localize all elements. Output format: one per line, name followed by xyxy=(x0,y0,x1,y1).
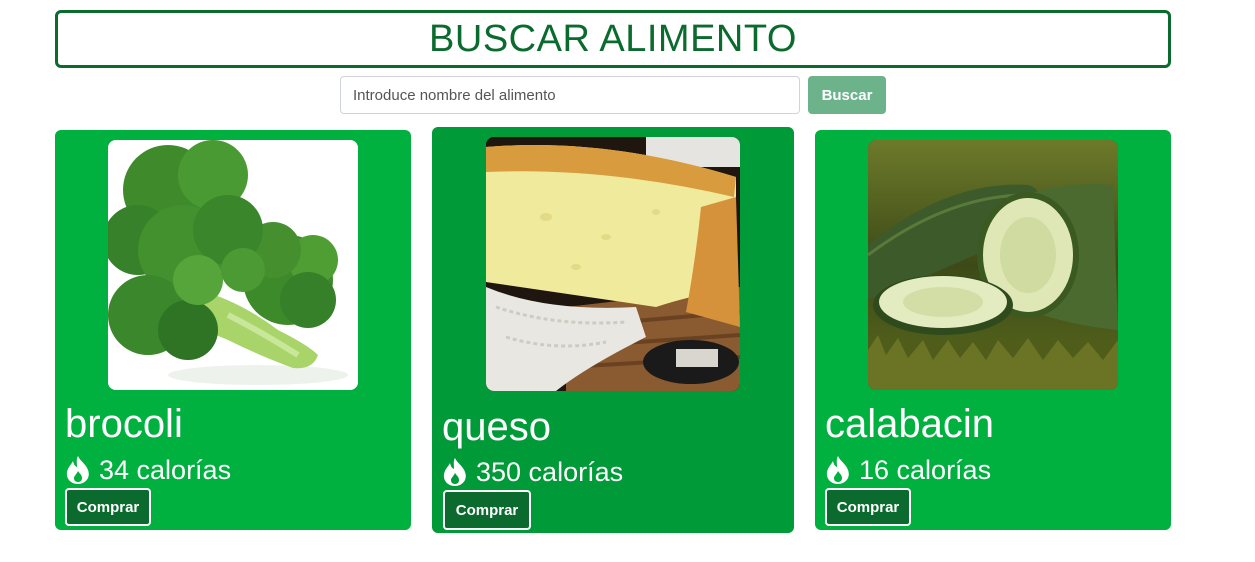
food-card-brocoli: brocoli 34 calorías Comprar xyxy=(55,130,411,530)
search-button[interactable]: Buscar xyxy=(808,76,886,114)
zucchini-illustration xyxy=(868,140,1118,390)
fire-icon xyxy=(826,456,849,484)
broccoli-image xyxy=(108,140,358,390)
fire-icon xyxy=(66,456,89,484)
page-title-box: BUSCAR ALIMENTO xyxy=(55,10,1171,68)
food-calories: 16 calorías xyxy=(825,455,991,485)
calories-text: 350 calorías xyxy=(476,456,624,487)
food-calories: 34 calorías xyxy=(65,455,231,485)
zucchini-image xyxy=(868,140,1118,390)
buy-button[interactable]: Comprar xyxy=(65,488,151,526)
food-card-queso: queso 350 calorías Comprar xyxy=(432,127,794,533)
search-input[interactable] xyxy=(340,76,800,114)
calories-text: 34 calorías xyxy=(99,454,232,485)
buy-button[interactable]: Comprar xyxy=(825,488,911,526)
calories-text: 16 calorías xyxy=(859,454,992,485)
cheese-illustration xyxy=(486,137,740,391)
cheese-image xyxy=(486,137,740,391)
broccoli-illustration xyxy=(108,140,358,390)
food-card-calabacin: calabacin 16 calorías Comprar xyxy=(815,130,1171,530)
page-title: BUSCAR ALIMENTO xyxy=(429,18,797,60)
food-calories: 350 calorías xyxy=(442,457,623,487)
food-name: brocoli xyxy=(65,402,183,446)
fire-icon xyxy=(443,458,466,486)
food-name: queso xyxy=(442,405,551,449)
buy-button[interactable]: Comprar xyxy=(443,490,531,530)
food-name: calabacin xyxy=(825,402,995,446)
